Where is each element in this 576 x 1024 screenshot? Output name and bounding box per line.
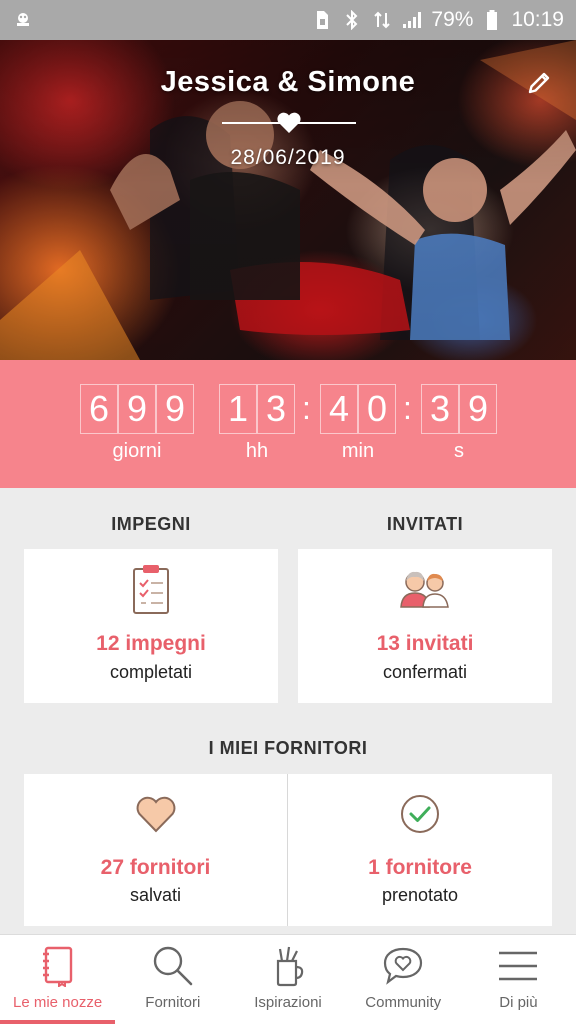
battery-percent: 79% (431, 8, 474, 31)
menu-icon (499, 951, 538, 981)
nav-label: Fornitori (145, 994, 201, 1011)
sim-icon (311, 9, 333, 31)
nav-label: Di più (499, 994, 538, 1011)
wedding-date: 28/06/2019 (230, 146, 346, 169)
invitati-title: INVITATI (386, 514, 464, 534)
minutes-label: min (341, 440, 375, 462)
nav-community[interactable]: Community (346, 935, 461, 1024)
invitati-card[interactable]: 13 invitati confermati (298, 549, 552, 703)
countdown-digit: 3 (257, 384, 295, 434)
heart-icon (277, 112, 301, 133)
impegni-title: IMPEGNI (111, 514, 191, 534)
impegni-card[interactable]: 12 impegni completati (24, 549, 278, 703)
days-label: giorni (112, 440, 162, 462)
clock: 10:19 (511, 8, 564, 31)
nav-le-mie-nozze[interactable]: Le mie nozze (0, 935, 116, 1024)
countdown-digit: 1 (219, 384, 257, 434)
hours-label: hh (245, 440, 269, 462)
impegni-count: 12 impegni (96, 632, 206, 655)
notebook-icon (42, 946, 72, 987)
couple-names: Jessica & Simone (160, 66, 416, 98)
bottom-navigation: Le mie nozze Fornitori Ispirazioni Commu… (0, 934, 576, 1024)
countdown-digit: 9 (156, 384, 194, 434)
chat-heart-icon (384, 947, 423, 985)
battery-icon (481, 9, 503, 31)
notification-icon (12, 9, 34, 31)
saved-vendors-sub: salvati (129, 885, 182, 905)
invitati-count: 13 invitati (376, 632, 474, 655)
guests-icon (400, 571, 449, 608)
nav-ispirazioni[interactable]: Ispirazioni (230, 935, 345, 1024)
edit-button[interactable] (524, 68, 554, 98)
nav-di-piu[interactable]: Di più (461, 935, 576, 1024)
countdown-digit: 0 (358, 384, 396, 434)
countdown-digit: 4 (320, 384, 358, 434)
booked-vendors-card[interactable]: 1 fornitore prenotato (288, 774, 552, 926)
saved-vendors-card[interactable]: 27 fornitori salvati (24, 774, 287, 926)
checklist-icon (133, 565, 169, 614)
names-divider (222, 112, 356, 134)
countdown-separator: : (302, 390, 311, 426)
nav-fornitori[interactable]: Fornitori (115, 935, 230, 1024)
seconds-label: s (454, 440, 464, 462)
search-icon (153, 946, 193, 986)
countdown-digit: 3 (421, 384, 459, 434)
nav-label: Le mie nozze (12, 994, 103, 1011)
fornitori-title: I MIEI FORNITORI (208, 738, 368, 758)
nav-label: Ispirazioni (254, 994, 322, 1011)
booked-vendors-sub: prenotato (381, 885, 459, 905)
pencil-cup-icon (276, 946, 304, 987)
countdown-digit: 6 (80, 384, 118, 434)
signal-icon (401, 9, 423, 31)
active-tab-indicator (0, 1020, 116, 1024)
countdown-digit: 9 (459, 384, 497, 434)
data-arrows-icon (371, 9, 393, 31)
nav-label: Community (365, 994, 442, 1011)
status-bar: 79% 10:19 (0, 0, 576, 40)
countdown-digit: 9 (118, 384, 156, 434)
booked-vendors-count: 1 fornitore (368, 856, 472, 879)
pencil-icon (528, 72, 550, 94)
cover-photo[interactable]: Jessica & Simone 28/06/2019 (0, 40, 576, 360)
heart-icon (136, 796, 175, 833)
bluetooth-icon (341, 9, 363, 31)
invitati-sub: confermati (382, 662, 468, 682)
check-circle-icon (401, 795, 439, 833)
countdown-separator: : (403, 390, 412, 426)
impegni-sub: completati (109, 662, 193, 682)
saved-vendors-count: 27 fornitori (100, 856, 211, 879)
wedding-countdown: 6 9 9 giorni 1 3 hh : 4 0 min : 3 9 s (0, 360, 576, 488)
